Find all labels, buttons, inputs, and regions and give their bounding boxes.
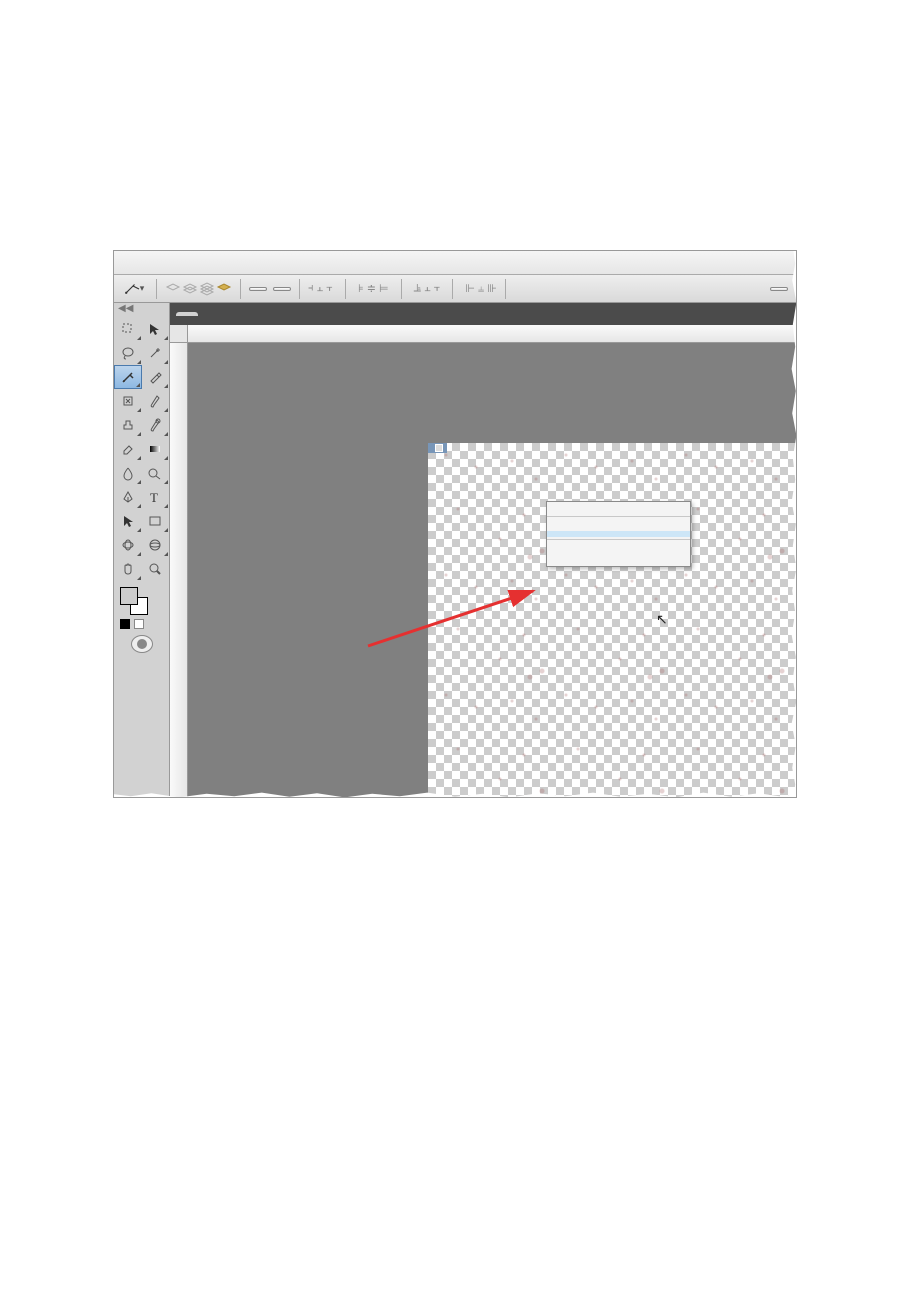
gradient-tool-icon[interactable]: [142, 437, 170, 461]
align-group-2[interactable]: ⊧ ≑ ⊨: [358, 282, 389, 295]
context-menu: [546, 501, 691, 567]
eraser-tool-icon[interactable]: [114, 437, 142, 461]
slice-style-icons[interactable]: [165, 281, 232, 297]
tab-bar: [170, 303, 796, 325]
type-tool-icon[interactable]: T: [142, 485, 170, 509]
ctx-edit-slice-options[interactable]: [547, 508, 690, 514]
stamp-tool-icon[interactable]: [114, 413, 142, 437]
magic-wand-tool-icon[interactable]: [142, 341, 170, 365]
move-tool-icon[interactable]: [114, 317, 142, 341]
color-swatches[interactable]: [114, 581, 169, 631]
ctx-divide-slice[interactable]: [547, 531, 690, 537]
eyedropper-tool-icon[interactable]: [142, 365, 169, 389]
slice-type-icon: [435, 444, 443, 452]
healing-brush-tool-icon[interactable]: [114, 389, 142, 413]
pen-tool-icon[interactable]: [114, 485, 142, 509]
brush-tool-icon[interactable]: [142, 389, 170, 413]
3d-orbit-tool-icon[interactable]: [142, 533, 170, 557]
document-tab[interactable]: [176, 312, 198, 316]
path-select-tool-icon[interactable]: [114, 509, 142, 533]
quick-mask-icon[interactable]: [131, 635, 153, 653]
menubar: [114, 251, 796, 275]
hand-tool-icon[interactable]: [114, 557, 142, 581]
align-group-1[interactable]: ⫞ ⫠ ⫟: [308, 282, 333, 295]
3d-rotate-tool-icon[interactable]: [114, 533, 142, 557]
distribute-group-2[interactable]: ⊩ ⫨ ⊪: [465, 282, 496, 296]
zoom-tool-icon[interactable]: [142, 557, 170, 581]
photoshop-window: ▾ ⫞ ⫠ ⫟ ⊧ ≑ ⊨ ⫡ ⫠ ⫟ ⊩ ⫨ ⊪ ◀◀: [113, 250, 797, 798]
slice-badge[interactable]: [428, 443, 447, 453]
canvas-viewport[interactable]: ↖: [188, 343, 796, 797]
options-bar: ▾ ⫞ ⫠ ⫟ ⊧ ≑ ⊨ ⫡ ⫠ ⫟ ⊩ ⫨ ⊪: [114, 275, 796, 303]
ruler-horizontal: [188, 325, 796, 343]
dodge-tool-icon[interactable]: [142, 461, 170, 485]
slice-tool-icon[interactable]: [114, 365, 142, 389]
lasso-tool-icon[interactable]: [114, 341, 142, 365]
history-brush-tool-icon[interactable]: [142, 413, 170, 437]
shape-tool-icon[interactable]: [142, 509, 170, 533]
promote-button[interactable]: [249, 287, 267, 291]
toolbox: T: [114, 303, 170, 797]
hide-auto-slice-button[interactable]: [770, 287, 788, 291]
blur-tool-icon[interactable]: [114, 461, 142, 485]
canvas[interactable]: [428, 443, 796, 797]
ruler-corner: [170, 325, 188, 343]
slice-tool-icon[interactable]: ▾: [120, 279, 148, 299]
collapse-toolbox-icon[interactable]: ◀◀: [118, 303, 133, 314]
ruler-vertical: [170, 343, 188, 797]
distribute-group-1[interactable]: ⫡ ⫠ ⫟: [414, 282, 441, 295]
document-area: ↖: [170, 303, 796, 797]
svg-text:T: T: [150, 490, 158, 505]
divide-button[interactable]: [273, 287, 291, 291]
ctx-send-back: [547, 560, 690, 566]
move-arrow-tool-icon[interactable]: [142, 317, 170, 341]
